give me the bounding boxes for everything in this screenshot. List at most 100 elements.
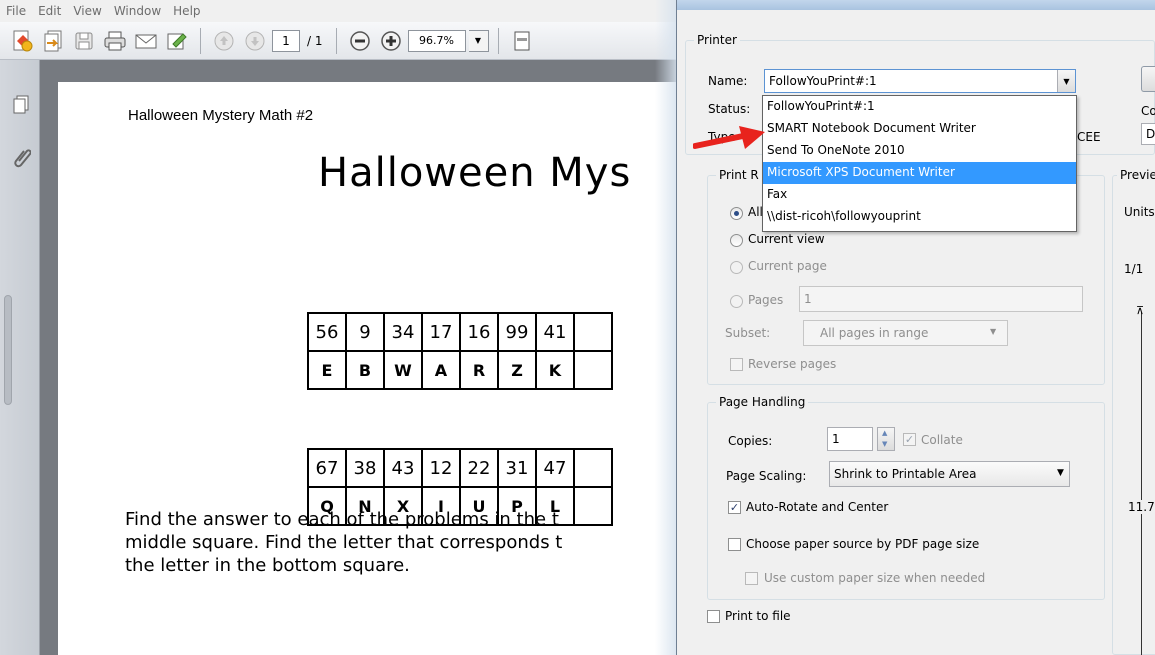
- printer-comment-partial: CEE: [1077, 130, 1101, 144]
- grid-cell: 22: [459, 448, 499, 488]
- comments-field-partial[interactable]: D: [1141, 123, 1155, 145]
- zoom-dropdown-icon[interactable]: ▼: [468, 29, 489, 52]
- all-pages-radio[interactable]: [730, 207, 743, 220]
- subset-value: All pages in range: [820, 326, 929, 340]
- current-view-radio[interactable]: [730, 234, 743, 247]
- next-page-icon[interactable]: [241, 27, 269, 55]
- previous-page-icon[interactable]: [210, 27, 238, 55]
- custom-paper-checkbox[interactable]: [745, 572, 758, 585]
- toolbar-separator: [200, 27, 201, 54]
- printer-option[interactable]: \\dist-ricoh\followyouprint: [763, 206, 1076, 228]
- page-scaling-select[interactable]: Shrink to Printable Area: [829, 461, 1070, 487]
- comments-label-partial: Co: [1141, 104, 1155, 118]
- sign-icon[interactable]: [163, 27, 191, 55]
- scaling-dropdown-icon[interactable]: ▼: [1057, 468, 1064, 478]
- zoom-out-icon[interactable]: [346, 27, 374, 55]
- copies-input[interactable]: 1: [827, 427, 873, 451]
- grid-cell: R: [459, 350, 499, 390]
- menu-edit[interactable]: Edit: [32, 4, 67, 18]
- grid-cell: B: [345, 350, 385, 390]
- grid-cell: 31: [497, 448, 537, 488]
- printer-option[interactable]: FollowYouPrint#:1: [763, 96, 1076, 118]
- page-scaling-value: Shrink to Printable Area: [834, 467, 977, 481]
- pages-input[interactable]: 1: [799, 286, 1083, 312]
- combine-files-icon[interactable]: [39, 27, 67, 55]
- email-icon[interactable]: [132, 27, 160, 55]
- red-arrow-icon: [693, 126, 765, 149]
- paper-source-checkbox[interactable]: [728, 538, 741, 551]
- grid-cell: 16: [459, 312, 499, 352]
- copies-label: Copies:: [728, 434, 773, 448]
- current-page-label: Current page: [748, 259, 827, 273]
- print-to-file-checkbox[interactable]: [707, 610, 720, 623]
- preview-page-count: 1/1: [1124, 262, 1144, 276]
- grid-cell: E: [307, 350, 347, 390]
- spin-up-icon[interactable]: ▲: [882, 429, 887, 437]
- print-to-file-label: Print to file: [725, 609, 791, 623]
- copies-spinner[interactable]: ▲ ▼: [877, 427, 895, 451]
- grid-letter-row: E B W A R Z K: [307, 350, 613, 390]
- create-pdf-icon[interactable]: [8, 27, 36, 55]
- zoom-level-input[interactable]: 96.7%: [407, 29, 466, 52]
- pages-radio[interactable]: [730, 295, 743, 308]
- dimension-arrow-icon: ⊼: [1136, 304, 1145, 317]
- worksheet-subtitle: Halloween Mystery Math #2: [128, 107, 314, 124]
- page-number-input[interactable]: 1: [272, 29, 300, 52]
- subset-label: Subset:: [725, 326, 771, 340]
- printer-option[interactable]: Send To OneNote 2010: [763, 140, 1076, 162]
- menu-file[interactable]: File: [0, 4, 32, 18]
- grid-number-row: 56 9 34 17 16 99 41: [307, 312, 613, 352]
- toolbar-separator: [335, 27, 337, 54]
- page-scaling-label: Page Scaling:: [726, 469, 807, 483]
- print-icon[interactable]: [101, 27, 129, 55]
- grid-number-row: 67 38 43 12 22 31 47: [307, 448, 613, 488]
- page-handling-label: Page Handling: [716, 395, 809, 409]
- auto-rotate-checkbox[interactable]: ✓: [728, 501, 741, 514]
- pages-input-value: 1: [804, 292, 812, 306]
- printer-option[interactable]: SMART Notebook Document Writer: [763, 118, 1076, 140]
- save-icon[interactable]: [70, 27, 98, 55]
- fit-page-icon[interactable]: [508, 27, 536, 55]
- menu-view[interactable]: View: [67, 4, 107, 18]
- printer-option-highlighted[interactable]: Microsoft XPS Document Writer: [763, 162, 1076, 184]
- mystery-grid-1: 56 9 34 17 16 99 41 E B W A R Z K: [307, 312, 613, 390]
- paper-source-label: Choose paper source by PDF page size: [746, 537, 980, 551]
- printer-name-label: Name:: [708, 74, 748, 88]
- custom-paper-label: Use custom paper size when needed: [764, 571, 986, 585]
- instruction-line: middle square. Find the letter that corr…: [125, 532, 563, 553]
- instruction-line: Find the answer to each of the problems …: [125, 509, 559, 530]
- grid-cell: 56: [307, 312, 347, 352]
- auto-rotate-label: Auto-Rotate and Center: [746, 500, 889, 514]
- page-total: / 1: [307, 33, 323, 48]
- printer-name-combo[interactable]: FollowYouPrint#:1: [764, 69, 1076, 93]
- copies-value: 1: [832, 432, 840, 446]
- properties-button[interactable]: [1141, 66, 1155, 92]
- grid-cell: K: [535, 350, 575, 390]
- navigation-pane: [0, 60, 40, 655]
- attachments-icon[interactable]: [11, 146, 32, 175]
- grid-cell: 47: [535, 448, 575, 488]
- collate-label: Collate: [921, 433, 963, 447]
- grid-cell: [573, 350, 613, 390]
- subset-select[interactable]: All pages in range: [803, 320, 1008, 346]
- pane-resize-handle[interactable]: [4, 295, 12, 405]
- menu-bar: File Edit View Window Help: [0, 0, 680, 22]
- reverse-pages-checkbox[interactable]: [730, 358, 743, 371]
- menu-help[interactable]: Help: [167, 4, 206, 18]
- printer-name-value: FollowYouPrint#:1: [769, 74, 877, 88]
- preview-group-label: Previe: [1117, 168, 1155, 182]
- preview-height-value: 11.7: [1128, 500, 1155, 514]
- subset-dropdown-icon[interactable]: ▼: [990, 327, 996, 336]
- printer-dropdown-icon[interactable]: ▼: [1057, 70, 1075, 92]
- spin-down-icon[interactable]: ▼: [882, 440, 887, 448]
- grid-cell: 12: [421, 448, 461, 488]
- preview-units-label: Units: [1124, 205, 1155, 219]
- menu-window[interactable]: Window: [108, 4, 167, 18]
- current-page-radio[interactable]: [730, 261, 743, 274]
- zoom-in-icon[interactable]: [377, 27, 405, 55]
- preview-group: Previe: [1112, 168, 1155, 655]
- dialog-title-bar[interactable]: [677, 0, 1155, 10]
- collate-checkbox[interactable]: ✓: [903, 433, 916, 446]
- printer-option[interactable]: Fax: [763, 184, 1076, 206]
- pages-panel-icon[interactable]: [11, 94, 31, 119]
